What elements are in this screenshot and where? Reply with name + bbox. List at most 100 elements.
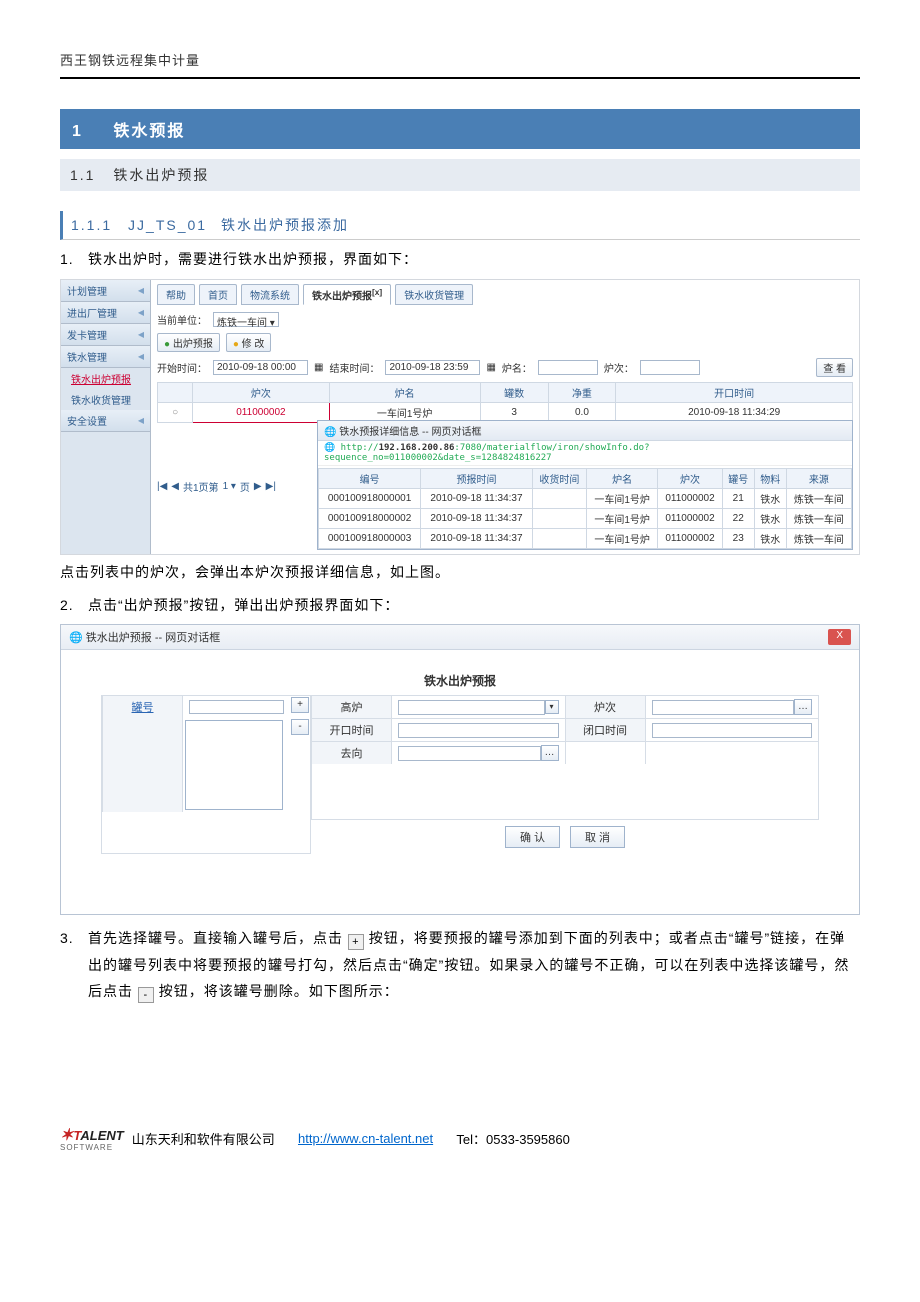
dropdown-icon[interactable]: ▾ — [545, 700, 559, 714]
p1-num: 1. — [60, 246, 88, 273]
unit-select[interactable]: 炼铁一车间 ▾ — [213, 312, 279, 327]
logo: ✶TALENT SOFTWARE — [60, 1125, 124, 1152]
calendar-icon[interactable]: ▦ — [486, 362, 495, 373]
tab-help[interactable]: 帮助 — [157, 284, 195, 305]
result-table: 炉次 炉名 罐数 净重 开口时间 011000002 一车间1号炉 3 0.0 … — [157, 382, 853, 423]
pager-text2: 页 — [240, 479, 250, 494]
heading-3: 1.1.1 JJ_TS_01 铁水出炉预报添加 — [60, 211, 860, 240]
end-input[interactable]: 2010-09-18 23:59 — [385, 360, 480, 375]
quxiang-browse-button[interactable]: … — [541, 745, 559, 761]
ph-5: 罐号 — [722, 468, 754, 488]
row-radio[interactable] — [158, 402, 193, 422]
modify-button[interactable]: 修 改 — [226, 333, 272, 352]
calendar-icon[interactable]: ▦ — [314, 362, 323, 373]
pager-last-icon[interactable]: ▶| — [266, 481, 276, 492]
tab-receive[interactable]: 铁水收货管理 — [395, 284, 473, 305]
cancel-button[interactable]: 取 消 — [570, 826, 625, 848]
sidebar-item-security[interactable]: 安全设置◀ — [61, 410, 150, 432]
end-label: 结束时间： — [329, 360, 379, 375]
popup-table: 编号 预报时间 收货时间 炉名 炉次 罐号 物料 来源 000100918000… — [318, 468, 852, 549]
empty-cell — [645, 742, 820, 764]
action-row: 出炉预报 修 改 — [157, 330, 853, 355]
paragraph-2: 2. 点击“出炉预报”按钮，弹出出炉预报界面如下： — [60, 592, 860, 619]
th-luci: 炉次 — [193, 382, 329, 402]
sidebar-sub-forecast[interactable]: 铁水出炉预报 — [61, 368, 150, 389]
remove-button[interactable]: - — [291, 719, 309, 735]
pager-text: 共1页第 — [183, 479, 219, 494]
cell-luci: 011000002 — [193, 402, 329, 422]
chevron-icon: ◀ — [138, 286, 144, 295]
lc-input[interactable] — [640, 360, 700, 375]
unit-label: 当前单位： — [157, 312, 207, 327]
p3-num: 3. — [60, 925, 88, 1005]
sidebar-item-plan[interactable]: 计划管理◀ — [61, 280, 150, 302]
company-link[interactable]: http://www.cn-talent.net — [298, 1131, 433, 1146]
p2-text: 点击“出炉预报”按钮，弹出出炉预报界面如下： — [88, 592, 860, 619]
ph-4: 炉次 — [658, 468, 722, 488]
sidebar-item-inout[interactable]: 进出厂管理◀ — [61, 302, 150, 324]
page-header: 西王钢铁远程集中计量 — [60, 50, 860, 79]
chevron-icon: ◀ — [138, 352, 144, 361]
gaolu-select[interactable] — [398, 700, 545, 715]
paragraph-click: 点击列表中的炉次，会弹出本炉次预报详细信息，如上图。 — [60, 559, 860, 586]
tab-bar: 帮助 首页 物流系统 铁水出炉预报[x] 铁水收货管理 — [157, 284, 853, 305]
h3-code: JJ_TS_01 — [128, 217, 207, 233]
tab-logistics[interactable]: 物流系统 — [241, 284, 299, 305]
guanhao-link[interactable]: 罐号 — [132, 699, 154, 715]
h2-num: 1.1 — [70, 167, 95, 183]
p1-text: 铁水出炉时，需要进行铁水出炉预报，界面如下： — [88, 246, 860, 273]
ph-1: 预报时间 — [421, 468, 533, 488]
inline-add-icon: + — [348, 934, 364, 950]
th-jingzhong: 净重 — [548, 382, 616, 402]
sidebar-item-iron[interactable]: 铁水管理◀ — [61, 346, 150, 368]
ph-0: 编号 — [319, 468, 421, 488]
th-radio — [158, 382, 193, 402]
th-luming: 炉名 — [329, 382, 480, 402]
luci-label: 炉次 — [565, 696, 645, 718]
forecast-button[interactable]: 出炉预报 — [157, 333, 220, 352]
popup-title: 🌐 铁水预报详细信息 -- 网页对话框 — [318, 421, 852, 441]
ph-7: 来源 — [786, 468, 851, 488]
main-panel: 帮助 首页 物流系统 铁水出炉预报[x] 铁水收货管理 当前单位： 炼铁一车间 … — [151, 280, 859, 554]
tab-forecast[interactable]: 铁水出炉预报[x] — [303, 284, 391, 305]
ln-input[interactable] — [538, 360, 598, 375]
h3-title: 铁水出炉预报添加 — [221, 217, 349, 233]
sidebar-item-card[interactable]: 发卡管理◀ — [61, 324, 150, 346]
bikou-label: 闭口时间 — [565, 719, 645, 741]
sidebar-sub-receive[interactable]: 铁水收货管理 — [61, 389, 150, 410]
close-button[interactable]: X — [828, 629, 851, 645]
dialog-header: 🌐 铁水出炉预报 -- 网页对话框 X — [61, 625, 859, 650]
pager-first-icon[interactable]: |◀ — [157, 481, 167, 492]
pager-next-icon[interactable]: ▶ — [254, 481, 262, 492]
luci-input[interactable] — [652, 700, 795, 715]
guanhao-listbox[interactable] — [185, 720, 283, 810]
start-label: 开始时间： — [157, 360, 207, 375]
query-button[interactable]: 查 看 — [816, 358, 853, 377]
add-button[interactable]: + — [291, 697, 309, 713]
heading-2: 1.1 铁水出炉预报 — [60, 159, 860, 191]
start-input[interactable]: 2010-09-18 00:00 — [213, 360, 308, 375]
ph-3: 炉名 — [586, 468, 657, 488]
kaikou-input[interactable] — [398, 723, 559, 738]
pager: |◀ ◀ 共1页第 1 ▾ 页 ▶ ▶| — [157, 423, 317, 550]
quxiang-input[interactable] — [398, 746, 541, 761]
kaikou-label: 开口时间 — [311, 719, 391, 741]
quxiang-label: 去向 — [311, 742, 391, 764]
h1-num: 1 — [72, 123, 83, 140]
filter-row: 开始时间： 2010-09-18 00:00 ▦ 结束时间： 2010-09-1… — [157, 355, 853, 380]
bikou-input[interactable] — [652, 723, 813, 738]
h1-title: 铁水预报 — [113, 123, 185, 140]
popup-row: 0001009180000012010-09-18 11:34:37一车间1号炉… — [319, 488, 852, 508]
pager-prev-icon[interactable]: ◀ — [171, 481, 179, 492]
luci-browse-button[interactable]: … — [794, 699, 812, 715]
guanhao-input[interactable] — [189, 700, 284, 714]
ok-button[interactable]: 确 认 — [505, 826, 560, 848]
lc-label: 炉次： — [604, 360, 634, 375]
tab-home[interactable]: 首页 — [199, 284, 237, 305]
p2-num: 2. — [60, 592, 88, 619]
th-kaikou: 开口时间 — [616, 382, 853, 402]
company-name: 山东天利和软件有限公司 — [132, 1129, 275, 1148]
pager-num[interactable]: 1 ▾ — [223, 481, 236, 492]
h2-title: 铁水出炉预报 — [113, 167, 209, 183]
p3a: 首先选择罐号。直接输入罐号后，点击 — [88, 930, 343, 946]
